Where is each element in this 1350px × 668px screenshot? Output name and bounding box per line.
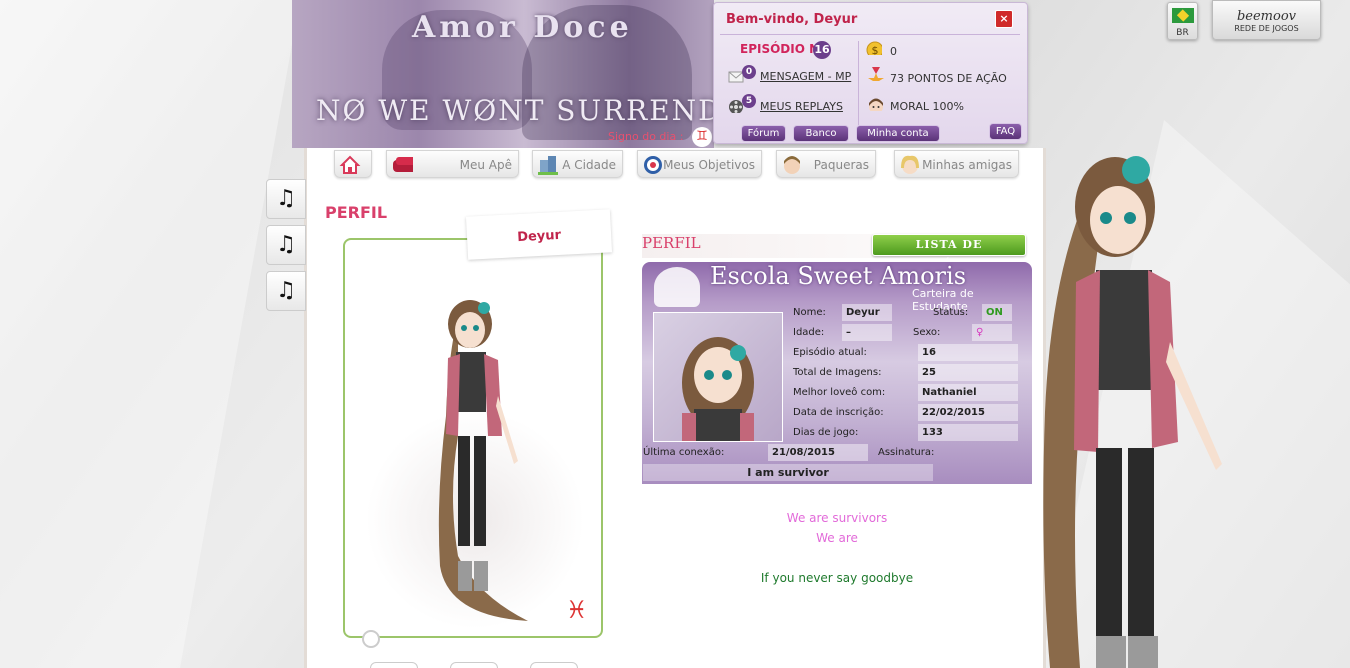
card-dot[interactable] — [362, 630, 380, 648]
region-selector[interactable]: BR — [1167, 2, 1198, 40]
nav-friends[interactable]: Minhas amigas — [894, 150, 1019, 178]
quote-line: We are survivors — [786, 511, 888, 525]
student-id-card: Escola Sweet Amoris Carteira de Estudant… — [642, 262, 1032, 484]
field-label: Episódio atual: — [793, 347, 867, 358]
field-label: Melhor loveô com: — [793, 387, 886, 398]
female-icon: ♀ — [972, 324, 1012, 341]
field-label: Dias de jogo: — [793, 427, 859, 438]
quote-line: We are — [816, 531, 858, 545]
nav-tab-label: Paqueras — [813, 158, 869, 172]
messages-count-badge: 0 — [742, 65, 756, 79]
moral-text: MORAL 100% — [890, 100, 964, 113]
replays-count-badge: 5 — [742, 94, 756, 108]
avatar-tab[interactable] — [530, 662, 578, 668]
money-value: 0 — [890, 45, 897, 58]
avatar-name: Deyur — [516, 227, 562, 246]
avatar-tab[interactable] — [450, 662, 498, 668]
girl-face-icon — [901, 155, 919, 174]
field-label: Última conexão: — [643, 447, 725, 458]
target-icon — [644, 156, 662, 174]
sofa-icon — [393, 157, 413, 172]
region-code: BR — [1176, 28, 1189, 38]
field-loveo: Nathaniel — [918, 384, 1018, 401]
svg-text:$: $ — [872, 44, 879, 55]
field-label: Idade: — [793, 327, 825, 338]
music-button[interactable]: ♫ — [266, 179, 306, 219]
moral-face-icon — [869, 98, 883, 111]
my-account-button[interactable]: Minha conta — [856, 125, 940, 142]
nav-crushes[interactable]: Paqueras — [776, 150, 876, 178]
site-logo[interactable]: Amor Doce — [412, 10, 633, 45]
episode-number-badge: 16 — [813, 41, 831, 59]
card-subtitle: Carteira de Estudante — [912, 287, 974, 313]
field-name: Deyur — [842, 304, 892, 321]
nav-home[interactable] — [334, 150, 372, 178]
gemini-sign-icon[interactable]: ♊ — [692, 127, 712, 147]
field-label: Assinatura: — [878, 447, 935, 458]
field-age: – — [842, 324, 892, 341]
episodes-list-button[interactable]: LISTA DE EPISÓDIOS — [872, 234, 1026, 271]
close-icon[interactable]: × — [995, 10, 1013, 28]
field-days: 133 — [918, 424, 1018, 441]
student-photo — [653, 312, 783, 442]
avatar-tab[interactable] — [370, 662, 418, 668]
banner-slogan: NØ WE WØNT SURRENDER — [316, 94, 714, 127]
forum-button[interactable]: Fórum — [741, 125, 786, 142]
coin-icon: $ — [866, 41, 882, 55]
pisces-sign-icon: ♓ — [566, 596, 588, 624]
sign-of-day-label: Signo do dia : — [608, 130, 684, 143]
nav-tab-label: A Cidade — [562, 158, 616, 172]
nav-tab-label: Meu Apê — [459, 158, 512, 172]
beemoov-network-button[interactable]: beemoov REDE DE JOGOS — [1212, 0, 1321, 40]
header-banner: Amor Doce NØ WE WØNT SURRENDER Signo do … — [292, 0, 714, 148]
boy-face-icon — [784, 156, 800, 174]
nav-tab-label: Minhas amigas — [922, 158, 1012, 172]
avatar-figure — [438, 300, 528, 621]
nav-tab-label: Meus Objetivos — [663, 158, 755, 172]
profile-quote: We are survivors We are If you never say… — [642, 508, 1032, 588]
student-portrait — [682, 337, 754, 441]
field-signup: 22/02/2015 — [918, 404, 1018, 421]
avatar-name-tab: Deyur — [465, 209, 613, 260]
profile-label: PERFIL — [642, 234, 701, 252]
field-images: 25 — [918, 364, 1018, 381]
field-signature: I am survivor — [643, 464, 933, 481]
main-nav: Meu Apê A Cidade Meus Objetivos Paqueras… — [330, 150, 1030, 180]
replays-link[interactable]: MEUS REPLAYS — [760, 100, 843, 113]
home-icon — [339, 155, 361, 174]
network-label: REDE DE JOGOS — [1234, 24, 1299, 33]
field-label: Nome: — [793, 307, 826, 318]
brazil-flag-icon — [1171, 8, 1194, 23]
field-label: Data de inscrição: — [793, 407, 884, 418]
welcome-text: Bem-vindo, Deyur — [726, 12, 858, 27]
character-illustration — [1043, 156, 1222, 668]
action-points-text: 73 PONTOS DE AÇÃO — [890, 72, 1007, 85]
field-status: ON — [982, 304, 1012, 321]
school-name: Escola Sweet Amoris — [710, 262, 967, 290]
nav-objectives[interactable]: Meus Objetivos — [637, 150, 762, 178]
music-button[interactable]: ♫ — [266, 225, 306, 265]
music-button[interactable]: ♫ — [266, 271, 306, 311]
cupcake-icon — [654, 267, 700, 307]
field-label: Status: — [933, 307, 969, 318]
field-episode: 16 — [918, 344, 1018, 361]
bank-button[interactable]: Banco — [793, 125, 849, 142]
field-label: Sexo: — [913, 327, 941, 338]
nav-city[interactable]: A Cidade — [532, 150, 623, 178]
messages-link[interactable]: MENSAGEM - MP — [760, 70, 851, 83]
divider — [858, 41, 859, 125]
background-shape — [0, 0, 300, 668]
nav-my-apartment[interactable]: Meu Apê — [386, 150, 519, 178]
beemoov-logo: beemoov — [1236, 9, 1297, 24]
buildings-icon — [538, 156, 558, 175]
field-label: Total de Imagens: — [793, 367, 882, 378]
page-title: PERFIL — [325, 203, 388, 222]
quote-line: If you never say goodbye — [760, 571, 914, 585]
field-last-connection: 21/08/2015 — [768, 444, 868, 461]
divider — [720, 34, 1020, 35]
faq-button[interactable]: FAQ — [989, 123, 1022, 140]
medal-icon — [868, 67, 884, 81]
user-panel: Bem-vindo, Deyur × EPISÓDIO Nº 16 0 MENS… — [713, 2, 1028, 144]
